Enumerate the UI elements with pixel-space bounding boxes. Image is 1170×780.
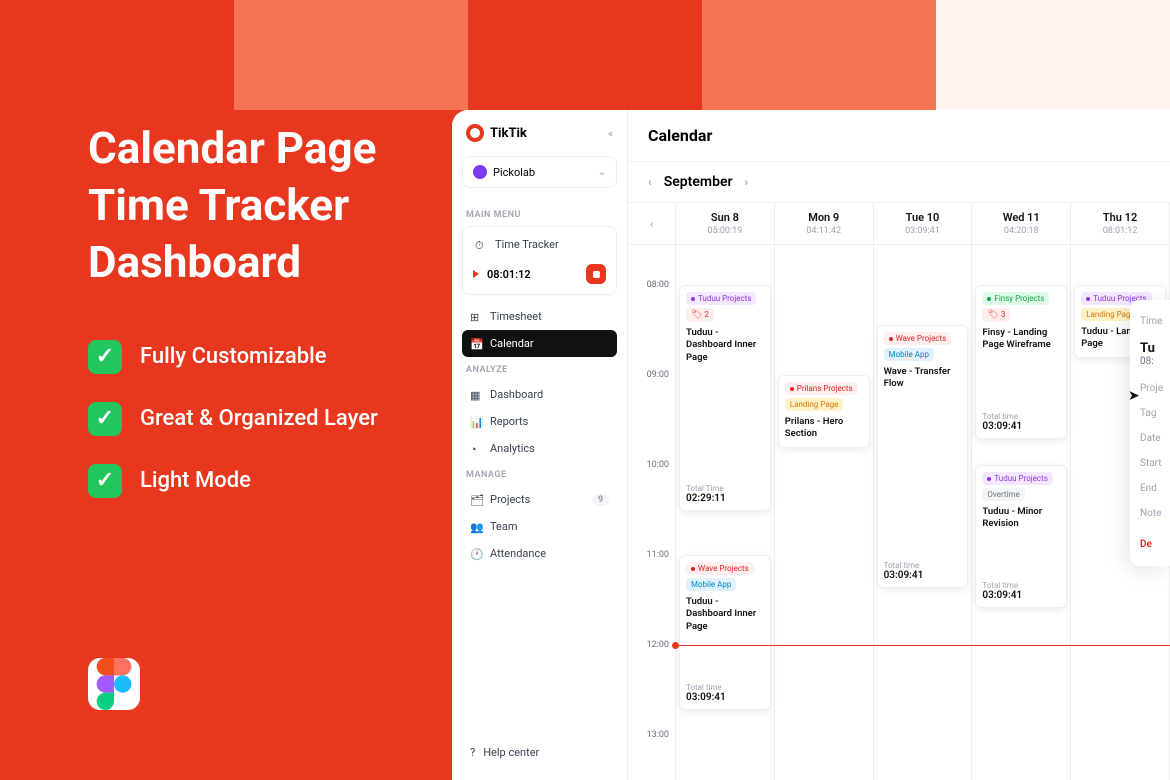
calendar-icon: 📅 xyxy=(470,338,482,350)
timer-icon: ⏱ xyxy=(475,239,487,251)
prev-week-button[interactable]: ‹ xyxy=(650,217,654,231)
feature-item: ✓Fully Customizable xyxy=(88,340,378,374)
day-header[interactable]: Wed 1104:20:18 xyxy=(972,203,1071,244)
tag-icon: 🏷 xyxy=(987,310,998,320)
check-icon: ✓ xyxy=(88,464,122,498)
days-header: ‹ Sun 805:00:19 Mon 904:11:42 Tue 1003:0… xyxy=(628,202,1170,245)
chevron-down-icon: ⌄ xyxy=(598,167,606,178)
active-timer[interactable]: 08:01:12 xyxy=(467,258,612,290)
timesheet-icon: ⊞ xyxy=(470,311,482,323)
day-header[interactable]: Thu 1208:01:12 xyxy=(1071,203,1170,244)
day-column-wed[interactable]: Finsy Projects 🏷 3 Finsy - Landing Page … xyxy=(972,245,1071,780)
main-content: Calendar ‹ September › ‹ Sun 805:00:19 M… xyxy=(628,110,1170,780)
calendar-event[interactable]: Wave Projects Mobile App Tuduu - Dashboa… xyxy=(679,555,771,710)
stop-button[interactable] xyxy=(586,264,606,284)
day-column-mon[interactable]: Prilans Projects Landing Page Prilans - … xyxy=(775,245,874,780)
day-header[interactable]: Tue 1003:09:41 xyxy=(874,203,973,244)
app-window: TikTik « Pickolab ⌄ MAIN MENU ⏱Time Trac… xyxy=(452,110,1170,780)
sidebar-item-projects[interactable]: 🗂Projects9 xyxy=(462,486,617,513)
background-stripes xyxy=(0,0,1170,110)
time-axis: 08:00 09:00 10:00 11:00 12:00 13:00 xyxy=(628,245,676,780)
month-navigator: ‹ September › xyxy=(628,162,1170,202)
dashboard-icon: ▦ xyxy=(470,389,482,401)
time-tracker-box: ⏱Time Tracker 08:01:12 xyxy=(462,226,617,295)
check-icon: ✓ xyxy=(88,402,122,436)
check-icon: ✓ xyxy=(88,340,122,374)
workspace-selector[interactable]: Pickolab ⌄ xyxy=(462,156,617,188)
sidebar-item-calendar[interactable]: 📅Calendar xyxy=(462,330,617,357)
day-header[interactable]: Sun 805:00:19 xyxy=(676,203,775,244)
play-icon xyxy=(473,270,479,278)
reports-icon: 📊 xyxy=(470,416,482,428)
calendar-event[interactable]: Tuduu Projects Overtime Tuduu - Minor Re… xyxy=(975,465,1067,608)
month-label: September xyxy=(664,174,733,190)
delete-button[interactable]: De xyxy=(1140,539,1160,550)
calendar-event[interactable]: Tuduu Projects 🏷 2 Tuduu - Dashboard Inn… xyxy=(679,285,771,511)
cursor-icon: ➤ xyxy=(1128,388,1140,404)
section-label: MAIN MENU xyxy=(462,210,617,220)
figma-icon xyxy=(88,658,140,710)
calendar-event[interactable]: Finsy Projects 🏷 3 Finsy - Landing Page … xyxy=(975,285,1067,439)
sidebar-item-time-tracker[interactable]: ⏱Time Tracker xyxy=(467,231,612,258)
sidebar-item-analytics[interactable]: ◔Analytics xyxy=(462,435,617,462)
help-icon: ? xyxy=(470,746,475,759)
sidebar-item-reports[interactable]: 📊Reports xyxy=(462,408,617,435)
section-label: MANAGE xyxy=(462,470,617,480)
analytics-icon: ◔ xyxy=(470,443,482,455)
calendar-event[interactable]: Wave Projects Mobile App Wave - Transfer… xyxy=(877,325,969,588)
projects-icon: 🗂 xyxy=(470,494,482,506)
projects-count-badge: 9 xyxy=(592,494,609,506)
tag-icon: 🏷 xyxy=(691,310,702,320)
workspace-icon xyxy=(473,165,487,179)
help-center-link[interactable]: ?Help center xyxy=(462,739,617,766)
logo-mark-icon xyxy=(466,124,484,142)
team-icon: 👥 xyxy=(470,521,482,533)
sidebar-item-attendance[interactable]: 🕐Attendance xyxy=(462,540,617,567)
sidebar-item-team[interactable]: 👥Team xyxy=(462,513,617,540)
sidebar: TikTik « Pickolab ⌄ MAIN MENU ⏱Time Trac… xyxy=(452,110,628,780)
feature-item: ✓Great & Organized Layer xyxy=(88,402,378,436)
day-column-sun[interactable]: Tuduu Projects 🏷 2 Tuduu - Dashboard Inn… xyxy=(676,245,775,780)
collapse-icon[interactable]: « xyxy=(608,127,613,140)
section-label: ANALYZE xyxy=(462,365,617,375)
next-month-button[interactable]: › xyxy=(745,175,749,189)
calendar-grid: 08:00 09:00 10:00 11:00 12:00 13:00 Tudu… xyxy=(628,245,1170,780)
sidebar-item-timesheet[interactable]: ⊞Timesheet xyxy=(462,303,617,330)
current-time-indicator xyxy=(676,645,1170,646)
feature-item: ✓Light Mode xyxy=(88,464,378,498)
attendance-icon: 🕐 xyxy=(470,548,482,560)
day-column-tue[interactable]: Wave Projects Mobile App Wave - Transfer… xyxy=(874,245,973,780)
sidebar-item-dashboard[interactable]: ▦Dashboard xyxy=(462,381,617,408)
hero-section: Calendar Page Time Tracker Dashboard ✓Fu… xyxy=(88,120,378,498)
hero-title: Calendar Page Time Tracker Dashboard xyxy=(88,120,378,292)
day-header[interactable]: Mon 904:11:42 xyxy=(775,203,874,244)
page-title: Calendar xyxy=(628,110,1170,162)
event-detail-popup[interactable]: Time Tu 08: Proje Tag Date Start End Not… xyxy=(1130,300,1170,566)
calendar-event[interactable]: Prilans Projects Landing Page Prilans - … xyxy=(778,375,870,448)
prev-month-button[interactable]: ‹ xyxy=(648,175,652,189)
app-logo: TikTik « xyxy=(462,124,617,142)
